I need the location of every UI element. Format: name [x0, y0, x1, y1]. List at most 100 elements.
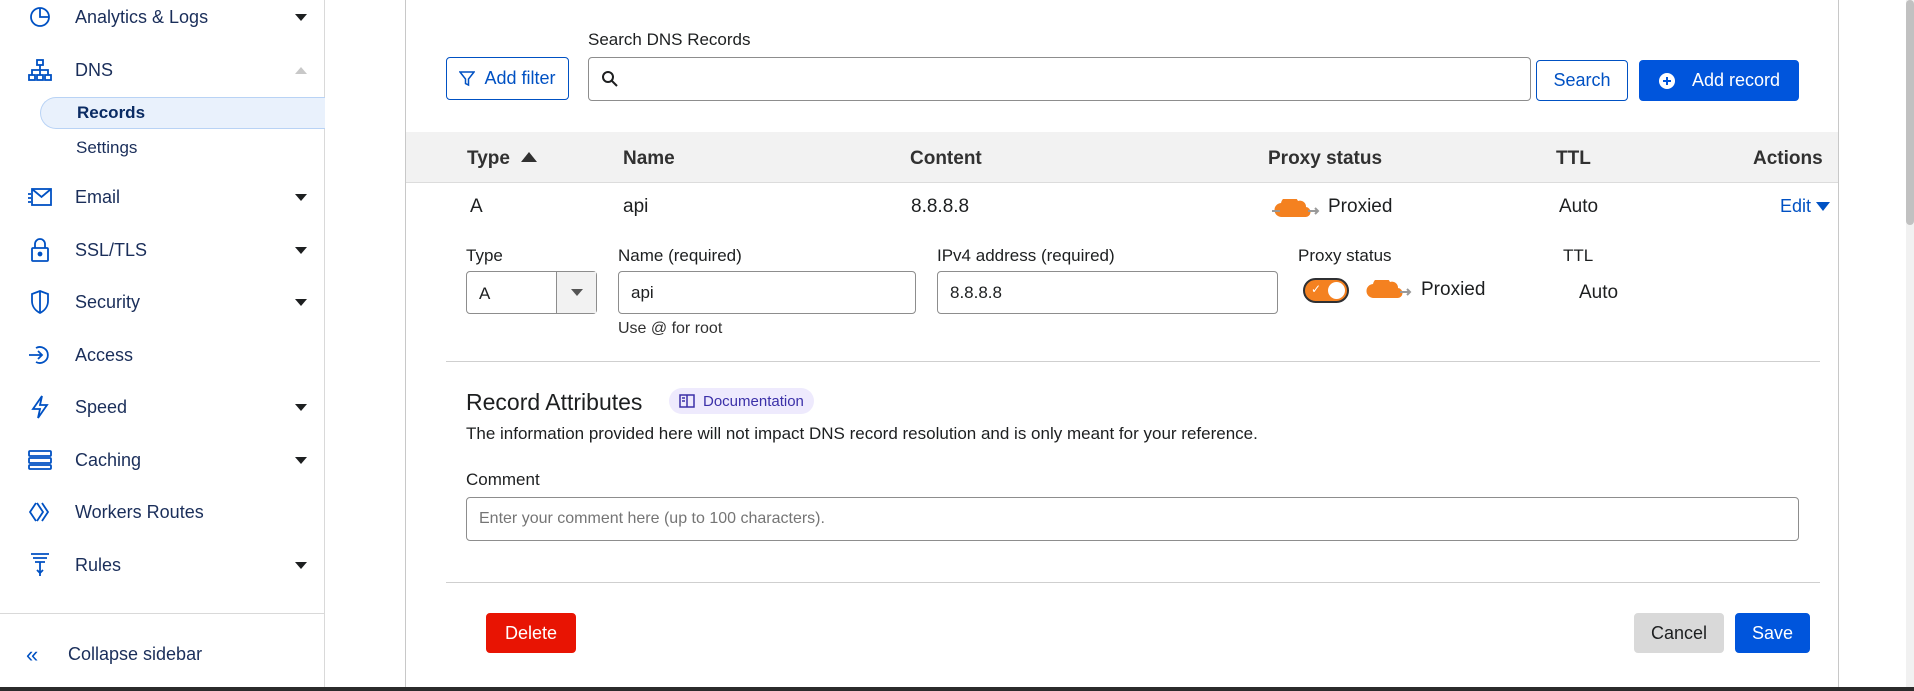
select-arrow[interactable] — [556, 272, 596, 313]
sidebar-item-security[interactable]: Security — [0, 282, 324, 322]
type-select[interactable]: A — [466, 271, 597, 314]
divider — [446, 582, 1820, 583]
sidebar-item-email[interactable]: Email — [0, 177, 324, 217]
proxied-cloud-icon — [1366, 276, 1412, 305]
proxy-status-toggle[interactable]: ✓ — [1303, 278, 1349, 303]
column-header-proxy-status[interactable]: Proxy status — [1268, 148, 1382, 170]
ttl-label: TTL — [1563, 246, 1594, 265]
record-proxy-status: Proxied — [1328, 196, 1393, 217]
search-button-label: Search — [1553, 70, 1611, 90]
scrollbar-thumb[interactable] — [1906, 0, 1914, 225]
sidebar-item-label: Security — [75, 291, 141, 312]
chevron-down-icon[interactable] — [295, 193, 307, 201]
toggle-knob — [1328, 282, 1345, 299]
sidebar-item-ssl-tls[interactable]: SSL/TLS — [0, 230, 324, 270]
caret-down-icon — [1816, 202, 1831, 211]
shield-icon — [28, 290, 52, 314]
sidebar-item-label: Email — [75, 186, 121, 207]
sidebar-item-label: Access — [75, 344, 134, 365]
add-record-label: Add record — [1691, 70, 1781, 90]
ipv4-label: IPv4 address (required) — [937, 246, 1115, 265]
lock-icon — [28, 238, 52, 262]
column-header-content[interactable]: Content — [910, 148, 982, 170]
ttl-value[interactable]: Auto — [1579, 282, 1618, 304]
sidebar-item-label: Rules — [75, 554, 122, 575]
bottom-edge — [0, 687, 1914, 691]
chevron-up-icon[interactable] — [295, 66, 307, 74]
record-name: api — [623, 196, 649, 217]
proxy-status-value: Proxied — [1421, 279, 1486, 300]
add-record-button[interactable]: Add record — [1639, 60, 1799, 101]
type-label: Type — [466, 246, 503, 265]
chevron-down-icon[interactable] — [295, 13, 307, 21]
workers-icon — [28, 500, 52, 524]
collapse-sidebar-button[interactable]: « Collapse sidebar — [0, 613, 324, 691]
edit-record-link[interactable]: Edit — [1780, 196, 1831, 217]
sidebar-item-label: Analytics & Logs — [75, 6, 209, 27]
name-label: Name (required) — [618, 246, 742, 265]
sidebar-subitem-label: Settings — [76, 138, 138, 157]
name-field[interactable]: api — [618, 271, 916, 314]
sidebar-item-label: Workers Routes — [75, 501, 204, 522]
access-icon — [28, 343, 52, 367]
proxy-status-label: Proxy status — [1298, 246, 1392, 265]
column-header-name[interactable]: Name — [623, 148, 675, 170]
pie-chart-icon — [28, 5, 52, 29]
plus-circle-icon — [1658, 72, 1675, 89]
search-input[interactable] — [588, 57, 1531, 101]
add-filter-button[interactable]: Add filter — [446, 57, 569, 100]
chevron-down-icon[interactable] — [295, 403, 307, 411]
stack-icon — [28, 448, 52, 472]
add-filter-label: Add filter — [484, 68, 556, 88]
book-icon — [679, 394, 695, 412]
record-type: A — [470, 196, 483, 217]
sidebar-item-label: Speed — [75, 396, 128, 417]
collapse-sidebar-label: Collapse sidebar — [68, 644, 203, 664]
sidebar: Analytics & Logs DNS Records Settings Em… — [0, 0, 325, 691]
record-attributes-description: The information provided here will not i… — [466, 424, 1258, 443]
sidebar-item-speed[interactable]: Speed — [0, 387, 324, 427]
sidebar-item-analytics-logs[interactable]: Analytics & Logs — [0, 0, 324, 37]
ipv4-field[interactable]: 8.8.8.8 — [937, 271, 1278, 314]
sidebar-subitem-label: Records — [77, 103, 146, 122]
chevron-down-icon[interactable] — [295, 246, 307, 254]
column-header-actions: Actions — [1753, 148, 1823, 169]
sidebar-item-dns[interactable]: DNS — [0, 50, 324, 90]
comment-label: Comment — [466, 470, 540, 489]
sidebar-item-rules[interactable]: Rules — [0, 545, 324, 585]
sidebar-item-access[interactable]: Access — [0, 335, 324, 375]
cancel-button[interactable]: Cancel — [1634, 613, 1724, 653]
chevron-down-icon[interactable] — [295, 561, 307, 569]
record-attributes-title: Record Attributes — [466, 389, 643, 415]
sidebar-item-label: Caching — [75, 449, 142, 470]
column-header-type[interactable]: Type — [467, 148, 538, 170]
chevron-down-icon[interactable] — [295, 298, 307, 306]
search-icon — [601, 70, 619, 93]
search-button[interactable]: Search — [1536, 60, 1628, 101]
sidebar-item-label: SSL/TLS — [75, 239, 148, 260]
chevron-down-icon — [571, 289, 583, 296]
double-chevron-left-icon: « — [26, 642, 39, 667]
search-dns-label: Search DNS Records — [588, 30, 751, 49]
envelope-icon — [28, 185, 52, 209]
divider — [446, 361, 1820, 362]
filter-icon — [459, 70, 476, 86]
name-hint: Use @ for root — [618, 320, 723, 337]
sidebar-item-label: DNS — [75, 59, 114, 80]
sidebar-item-workers-routes[interactable]: Workers Routes — [0, 492, 324, 532]
chevron-down-icon[interactable] — [295, 456, 307, 464]
network-icon — [28, 58, 52, 82]
sidebar-subitem-settings[interactable]: Settings — [40, 132, 325, 164]
documentation-link[interactable]: Documentation — [669, 388, 814, 414]
record-ttl: Auto — [1559, 196, 1599, 217]
sidebar-item-caching[interactable]: Caching — [0, 440, 324, 480]
page-scrollbar[interactable] — [1906, 0, 1914, 691]
check-icon: ✓ — [1311, 282, 1322, 296]
column-header-ttl[interactable]: TTL — [1556, 148, 1591, 170]
sidebar-subitem-records[interactable]: Records — [40, 97, 325, 129]
save-button[interactable]: Save — [1735, 613, 1810, 653]
sort-ascending-icon — [521, 152, 538, 162]
funnel-icon — [28, 553, 52, 577]
delete-button[interactable]: Delete — [486, 613, 576, 653]
comment-field[interactable] — [466, 497, 1799, 541]
